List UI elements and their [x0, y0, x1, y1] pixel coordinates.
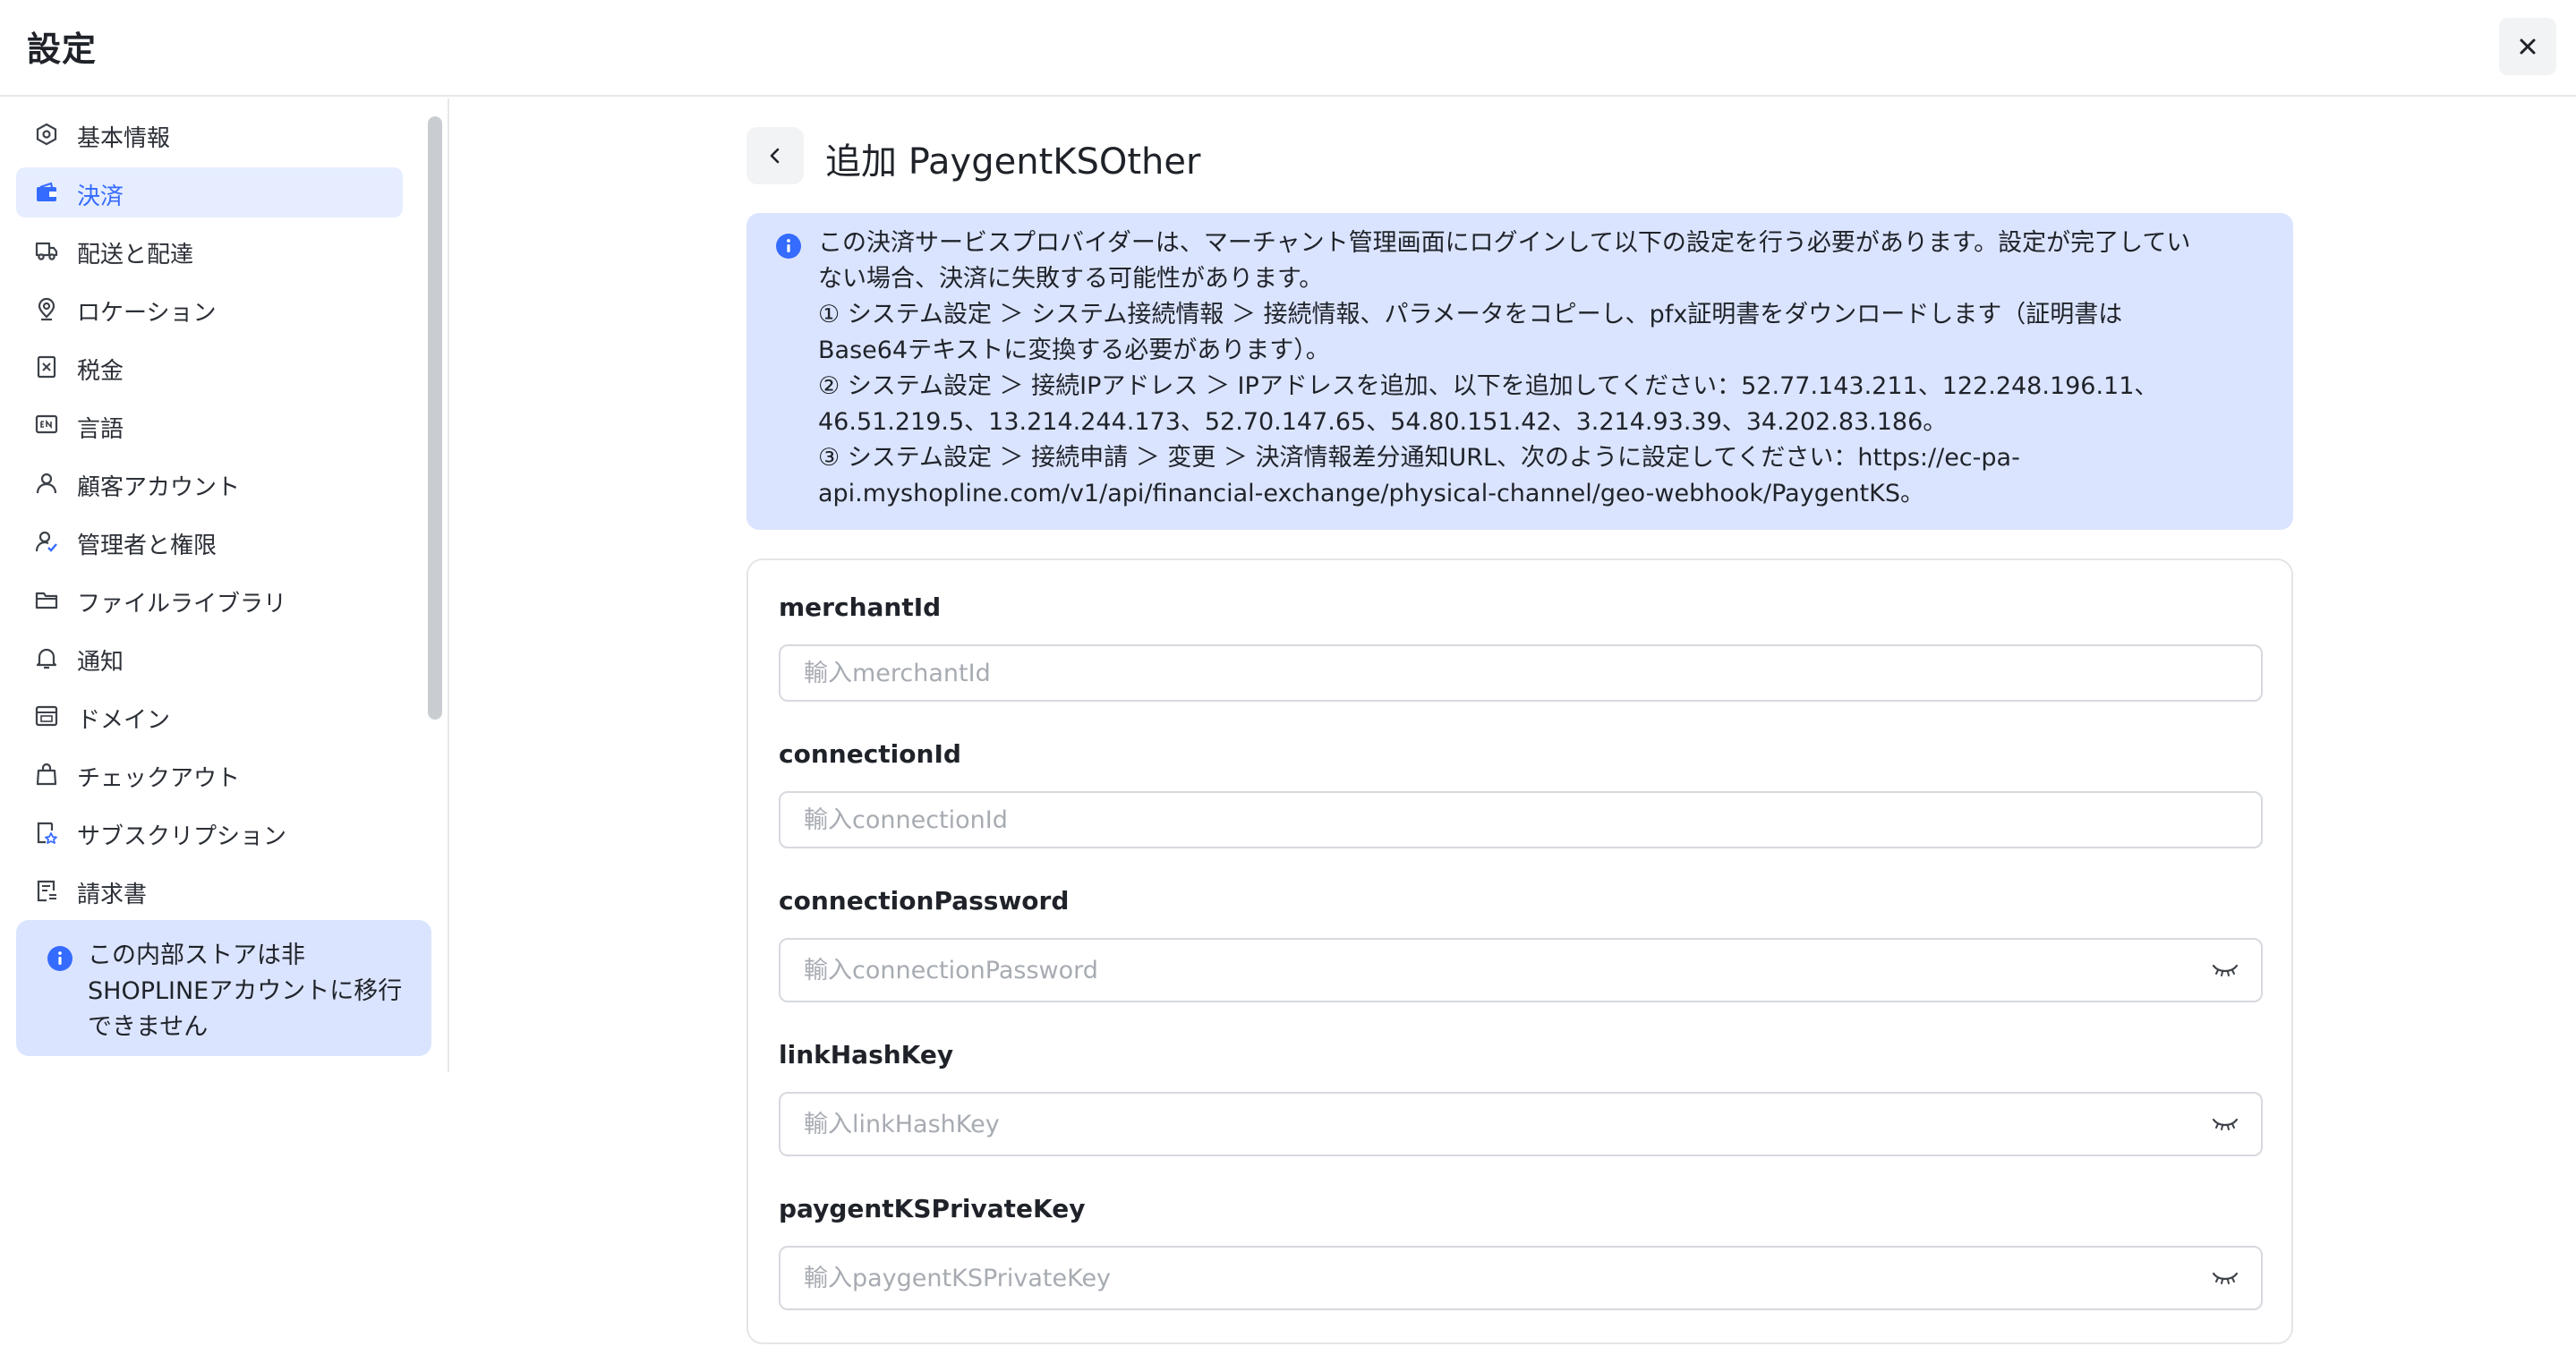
link-hash-key-field[interactable] — [779, 1092, 2263, 1156]
payment-icon — [34, 180, 59, 205]
banner-text: この決済サービスプロバイダーは、マーチャント管理画面にログインして以下の設定を行… — [818, 226, 2277, 512]
banner-line: api.myshopline.com/v1/api/financial-exch… — [818, 480, 1924, 507]
sidebar-item-tax[interactable]: 税金 — [16, 342, 403, 392]
sidebar-item-label: ドメイン — [77, 707, 171, 734]
sidebar-item-label: 税金 — [77, 358, 124, 385]
eye-closed-icon[interactable] — [2211, 961, 2239, 979]
sidebar-item-basic-info[interactable]: 基本情報 — [16, 109, 403, 159]
sidebar-item-notifications[interactable]: 通知 — [16, 633, 403, 683]
migration-notice: この内部ストアは非SHOPLINEアカウントに移行できません — [16, 920, 431, 1056]
connection-id-field[interactable] — [779, 791, 2263, 848]
banner-line: ① システム設定 ＞ システム接続情報 ＞ 接続情報、パラメータをコピーし、pf… — [818, 301, 2123, 328]
domain-icon — [34, 703, 59, 729]
banner-line: ない場合、決済に失敗する可能性があります。 — [818, 265, 1324, 293]
top-bar: 設定 — [0, 0, 2576, 97]
sidebar-item-label: 決済 — [77, 183, 124, 210]
sidebar-item-location[interactable]: ロケーション — [16, 284, 403, 334]
folder-icon — [34, 587, 59, 612]
sidebar-item-invoices[interactable]: 請求書 — [16, 865, 403, 916]
main-title: 追加 PaygentKSOther — [825, 141, 1201, 183]
sidebar-scrollbar[interactable] — [428, 116, 442, 720]
sidebar-item-label: 顧客アカウント — [77, 474, 241, 501]
info-icon — [775, 233, 802, 263]
banner-line: ② システム設定 ＞ 接続IPアドレス ＞ IPアドレスを追加、以下を追加してく… — [818, 372, 2159, 400]
merchant-id-label: merchantId — [779, 592, 942, 622]
user-permission-icon — [34, 529, 59, 554]
sidebar-item-label: 言語 — [77, 416, 124, 443]
sidebar-item-payment[interactable]: 決済 — [16, 167, 403, 217]
close-button[interactable] — [2499, 18, 2556, 75]
link-hash-key-input[interactable] — [780, 1094, 2261, 1155]
subscription-icon — [34, 820, 59, 845]
sidebar-item-label: ロケーション — [77, 300, 217, 327]
sidebar: 基本情報 決済 配送と配達 ロケーション 税金 言語 顧客アカウント 管理者と権… — [0, 98, 449, 1072]
sidebar-item-checkout[interactable]: チェックアウト — [16, 749, 403, 799]
connection-password-field[interactable] — [779, 938, 2263, 1002]
link-hash-key-label: linkHashKey — [779, 1040, 954, 1070]
setup-instructions-banner: この決済サービスプロバイダーは、マーチャント管理画面にログインして以下の設定を行… — [746, 213, 2293, 530]
connection-id-label: connectionId — [779, 739, 961, 769]
connection-password-label: connectionPassword — [779, 886, 1070, 916]
merchant-id-field[interactable] — [779, 644, 2263, 702]
private-key-label: paygentKSPrivateKey — [779, 1194, 1086, 1223]
connection-password-input[interactable] — [780, 940, 2261, 1001]
truck-icon — [34, 238, 59, 263]
sidebar-item-subscription[interactable]: サブスクリプション — [16, 807, 403, 857]
sidebar-item-label: 請求書 — [77, 882, 148, 908]
credentials-form: merchantId connectionId connectionPasswo… — [746, 558, 2293, 1344]
sidebar-item-label: ファイルライブラリ — [77, 591, 287, 618]
sidebar-item-label: 管理者と権限 — [77, 533, 218, 559]
sidebar-item-file-library[interactable]: ファイルライブラリ — [16, 575, 403, 625]
migration-notice-text: この内部ストアは非SHOPLINEアカウントに移行できません — [88, 942, 403, 1041]
sidebar-item-admins-permissions[interactable]: 管理者と権限 — [16, 516, 403, 567]
eye-closed-icon[interactable] — [2211, 1269, 2239, 1287]
user-icon — [34, 471, 59, 496]
shopping-bag-icon — [34, 762, 59, 787]
merchant-id-input[interactable] — [780, 646, 2261, 700]
language-icon — [34, 413, 59, 438]
sidebar-item-label: 基本情報 — [77, 125, 171, 152]
location-pin-icon — [34, 296, 59, 321]
banner-line: この決済サービスプロバイダーは、マーチャント管理画面にログインして以下の設定を行… — [818, 229, 2191, 257]
sidebar-item-label: 通知 — [77, 649, 124, 676]
sidebar-item-label: 配送と配達 — [77, 242, 194, 268]
private-key-field[interactable] — [779, 1246, 2263, 1310]
invoice-icon — [34, 878, 59, 903]
sidebar-item-domain[interactable]: ドメイン — [16, 691, 403, 741]
banner-line: ③ システム設定 ＞ 接続申請 ＞ 変更 ＞ 決済情報差分通知URL、次のように… — [818, 444, 2020, 472]
back-button[interactable] — [746, 127, 804, 184]
banner-line: 46.51.219.5、13.214.244.173、52.70.147.65、… — [818, 408, 1948, 436]
close-icon — [2520, 38, 2536, 55]
eye-closed-icon[interactable] — [2211, 1115, 2239, 1133]
page-title: 設定 — [27, 30, 98, 69]
info-hexagon-icon — [34, 122, 59, 147]
tax-receipt-icon — [34, 354, 59, 379]
connection-id-input[interactable] — [780, 793, 2261, 847]
sidebar-item-shipping[interactable]: 配送と配達 — [16, 226, 403, 276]
bell-icon — [34, 645, 59, 670]
sidebar-item-customer-accounts[interactable]: 顧客アカウント — [16, 458, 403, 508]
banner-line: Base64テキストに変換する必要があります）。 — [818, 337, 1330, 364]
chevron-left-icon — [770, 148, 780, 164]
sidebar-item-language[interactable]: 言語 — [16, 400, 403, 450]
sidebar-item-label: チェックアウト — [77, 765, 241, 792]
private-key-input[interactable] — [780, 1248, 2261, 1308]
sidebar-item-label: サブスクリプション — [77, 823, 287, 850]
info-icon — [47, 945, 73, 976]
